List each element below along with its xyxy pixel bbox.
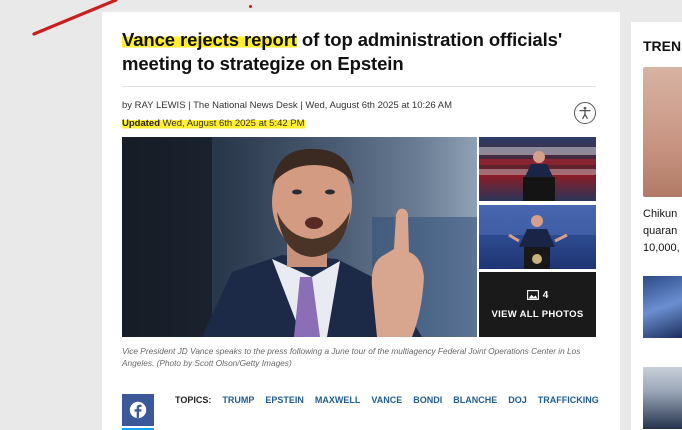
headline-highlighted-text: Vance rejects report xyxy=(122,29,297,50)
view-all-photos-tile[interactable]: 4 VIEW ALL PHOTOS xyxy=(479,272,596,337)
accessibility-icon xyxy=(579,106,591,120)
trending-story-line: 10,000, xyxy=(643,242,680,254)
divider xyxy=(122,86,596,87)
gallery-thumbnail-1[interactable] xyxy=(479,137,596,201)
topic-link[interactable]: EPSTEIN xyxy=(265,395,304,405)
trending-story-line: quaran xyxy=(643,225,678,237)
photo-count: 4 xyxy=(526,289,549,301)
gallery-thumbnail-2[interactable] xyxy=(479,205,596,269)
topic-link[interactable]: TRAFFICKING xyxy=(538,395,599,405)
topics-label: TOPICS: xyxy=(175,395,212,405)
thumbnail-illustration xyxy=(479,147,596,201)
topic-link[interactable]: DOJ xyxy=(508,395,527,405)
gallery-icon xyxy=(526,290,539,300)
main-photo-illustration xyxy=(122,137,477,337)
topic-link[interactable]: TRUMP xyxy=(222,395,254,405)
trending-sidebar: TREN Chikun quaran 10,000, xyxy=(631,22,682,430)
headline: Vance rejects report of top administrati… xyxy=(122,28,592,76)
trending-story-image[interactable] xyxy=(643,67,682,197)
facebook-icon xyxy=(129,401,147,419)
byline: by RAY LEWIS | The National News Desk | … xyxy=(122,100,453,111)
topic-link[interactable]: BLANCHE xyxy=(453,395,497,405)
trending-story-image[interactable] xyxy=(643,367,682,429)
red-annotation-dot xyxy=(249,5,252,8)
updated-label: Updated xyxy=(122,118,160,129)
topics-list: TOPICS: TRUMP EPSTEIN MAXWELL VANCE BOND… xyxy=(175,395,599,405)
photo-count-value: 4 xyxy=(542,289,549,301)
updated-timestamp: Updated Wed, August 6th 2025 at 5:42 PM xyxy=(122,118,305,129)
updated-value: Wed, August 6th 2025 at 5:42 PM xyxy=(160,118,305,129)
trending-heading: TREN xyxy=(643,38,682,54)
trending-story-line: Chikun xyxy=(643,208,678,220)
view-all-photos-label: VIEW ALL PHOTOS xyxy=(491,308,584,320)
trending-story-title[interactable]: Chikun quaran 10,000, xyxy=(643,206,680,257)
main-photo[interactable] xyxy=(122,137,477,337)
article-card: Vance rejects report of top administrati… xyxy=(102,12,620,430)
topic-link[interactable]: BONDI xyxy=(413,395,442,405)
updated-highlight: Updated Wed, August 6th 2025 at 5:42 PM xyxy=(122,118,305,129)
facebook-share-button[interactable] xyxy=(122,394,154,426)
accessibility-button[interactable] xyxy=(574,102,596,124)
photo-caption: Vice President JD Vance speaks to the pr… xyxy=(122,346,581,368)
trending-story-image[interactable] xyxy=(643,276,682,338)
thumbnail-illustration xyxy=(479,205,596,269)
topic-link[interactable]: MAXWELL xyxy=(315,395,361,405)
topic-link[interactable]: VANCE xyxy=(371,395,402,405)
